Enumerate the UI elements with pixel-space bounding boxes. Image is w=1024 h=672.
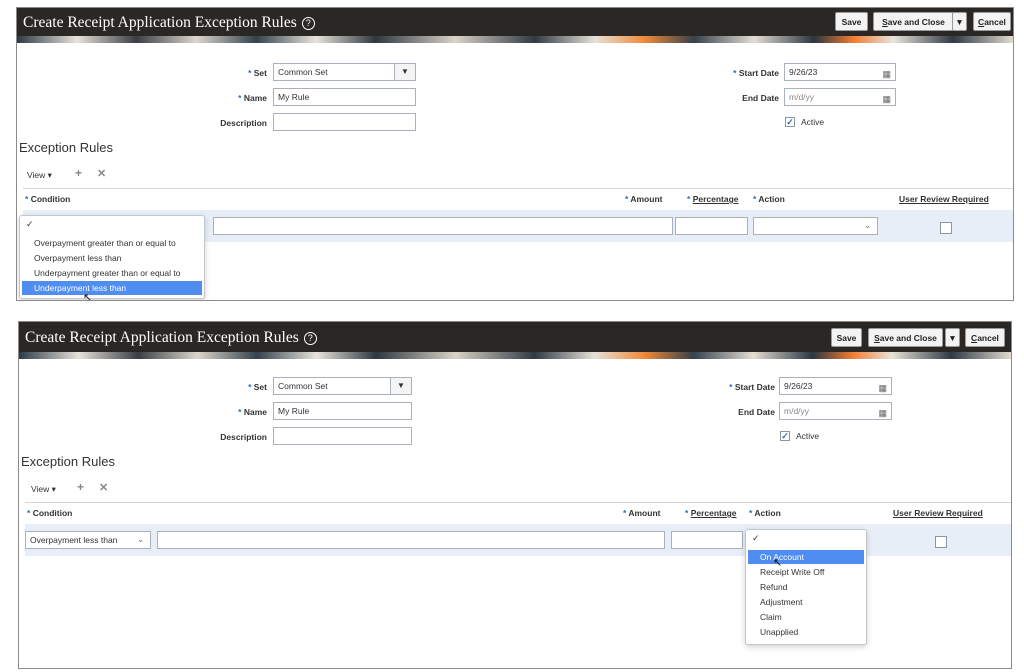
add-icon[interactable]: + [75, 166, 82, 180]
condition-dropdown: ✓ Overpayment greater than or equal to O… [19, 215, 205, 299]
percentage-column-header: * Percentage [687, 194, 739, 204]
help-icon[interactable]: ? [301, 17, 315, 30]
action-option[interactable]: Refund [748, 580, 864, 594]
table-header: * Condition * Amount * Percentage * Acti… [23, 188, 1013, 212]
start-date-label: * Start Date [733, 68, 779, 78]
action-column-header: * Action [753, 194, 785, 204]
user-review-checkbox[interactable] [935, 536, 947, 548]
page-title: Create Receipt Application Exception Rul… [25, 329, 317, 347]
user-review-column-header: User Review Required [893, 508, 983, 518]
exception-rules-title: Exception Rules [21, 454, 115, 469]
save-and-close-button[interactable]: Save and Close [868, 328, 943, 347]
exception-rules-title: Exception Rules [19, 140, 113, 155]
action-option[interactable]: Claim [748, 610, 864, 624]
active-label: Active [796, 431, 820, 441]
user-review-column-header: User Review Required [899, 194, 989, 204]
page-title: Create Receipt Application Exception Rul… [23, 14, 315, 32]
set-label: * Set [248, 68, 267, 78]
start-date-label: * Start Date [729, 382, 775, 392]
description-label: Description [220, 118, 267, 128]
condition-option-selected[interactable]: Underpayment less than [22, 281, 202, 295]
end-date-input[interactable]: m/d/yy ▦ [784, 88, 896, 106]
description-input[interactable] [273, 113, 416, 131]
calendar-icon[interactable]: ▦ [878, 380, 887, 394]
delete-icon[interactable]: ✕ [97, 167, 106, 180]
calendar-icon[interactable]: ▦ [882, 66, 891, 80]
screenshot-panel-1: Create Receipt Application Exception Rul… [16, 7, 1014, 301]
chevron-down-icon[interactable]: ▼ [390, 378, 411, 394]
condition-expression-input[interactable] [157, 531, 665, 549]
delete-icon[interactable]: ✕ [99, 481, 108, 494]
condition-column-header: * Condition [25, 194, 71, 204]
title-bar: Create Receipt Application Exception Rul… [17, 8, 1013, 36]
end-date-label: End Date [742, 93, 779, 103]
action-option[interactable]: Unapplied [748, 625, 864, 639]
set-select[interactable]: Common Set ▼ [273, 377, 412, 395]
screenshot-panel-2: Create Receipt Application Exception Rul… [18, 321, 1012, 669]
check-icon: ✓ [752, 533, 760, 543]
action-select[interactable]: ⌄ [753, 217, 878, 235]
percentage-input[interactable] [675, 217, 748, 235]
set-label: * Set [248, 382, 267, 392]
action-option[interactable]: Adjustment [748, 595, 864, 609]
save-and-close-button[interactable]: Save and Close [873, 12, 954, 31]
description-label: Description [220, 432, 267, 442]
save-options-chevron-down-icon[interactable]: ▼ [952, 12, 967, 31]
action-option[interactable]: Receipt Write Off [748, 565, 864, 579]
chevron-down-icon[interactable]: ⌄ [137, 532, 144, 548]
condition-column-header: * Condition [27, 508, 73, 518]
title-bar: Create Receipt Application Exception Rul… [19, 322, 1011, 352]
name-input[interactable]: My Rule [273, 88, 416, 106]
mouse-cursor-icon: ↖ [83, 292, 93, 301]
mouse-cursor-icon: ↖ [773, 557, 783, 569]
end-date-label: End Date [738, 407, 775, 417]
start-date-input[interactable]: 9/26/23 ▦ [784, 63, 896, 81]
name-label: * Name [238, 407, 267, 417]
condition-option[interactable]: Overpayment greater than or equal to [22, 236, 202, 250]
active-label: Active [801, 117, 825, 127]
start-date-input[interactable]: 9/26/23 ▦ [779, 377, 892, 395]
name-label: * Name [238, 93, 267, 103]
action-dropdown: ✓ On Account Receipt Write Off Refund Ad… [745, 529, 867, 645]
view-menu[interactable]: View ▾ [27, 170, 52, 181]
end-date-input[interactable]: m/d/yy ▦ [779, 402, 892, 420]
chevron-down-icon[interactable]: ▼ [394, 64, 415, 80]
view-menu[interactable]: View ▾ [31, 484, 56, 495]
set-select[interactable]: Common Set ▼ [273, 63, 416, 81]
decorative-banner [17, 36, 1013, 43]
save-button[interactable]: Save [831, 328, 862, 347]
condition-option[interactable]: Overpayment less than [22, 251, 202, 265]
condition-select[interactable]: Overpayment less than ⌄ [25, 531, 151, 549]
calendar-icon[interactable]: ▦ [882, 91, 891, 105]
table-header: * Condition * Amount * Percentage * Acti… [25, 502, 1011, 526]
save-options-chevron-down-icon[interactable]: ▼ [945, 328, 960, 347]
action-column-header: * Action [749, 508, 781, 518]
user-review-checkbox[interactable] [940, 222, 952, 234]
cancel-button[interactable]: Cancel [965, 328, 1005, 347]
percentage-input[interactable] [671, 531, 743, 549]
check-icon: ✓ [26, 219, 34, 229]
amount-column-header: * Amount [625, 194, 663, 204]
chevron-down-icon[interactable]: ⌄ [864, 218, 871, 234]
action-option-selected[interactable]: On Account [748, 550, 864, 564]
help-icon[interactable]: ? [303, 332, 317, 345]
condition-expression-input[interactable] [213, 217, 673, 235]
save-button[interactable]: Save [835, 12, 868, 31]
amount-column-header: * Amount [623, 508, 661, 518]
condition-option[interactable]: Underpayment greater than or equal to [22, 266, 202, 280]
description-input[interactable] [273, 427, 412, 445]
add-icon[interactable]: + [77, 480, 84, 494]
active-checkbox[interactable]: ✓ [785, 117, 795, 127]
name-input[interactable]: My Rule [273, 402, 412, 420]
percentage-column-header: * Percentage [685, 508, 737, 518]
cancel-button[interactable]: Cancel [973, 12, 1011, 31]
active-checkbox[interactable]: ✓ [780, 431, 790, 441]
calendar-icon[interactable]: ▦ [878, 405, 887, 419]
decorative-banner [19, 352, 1011, 359]
